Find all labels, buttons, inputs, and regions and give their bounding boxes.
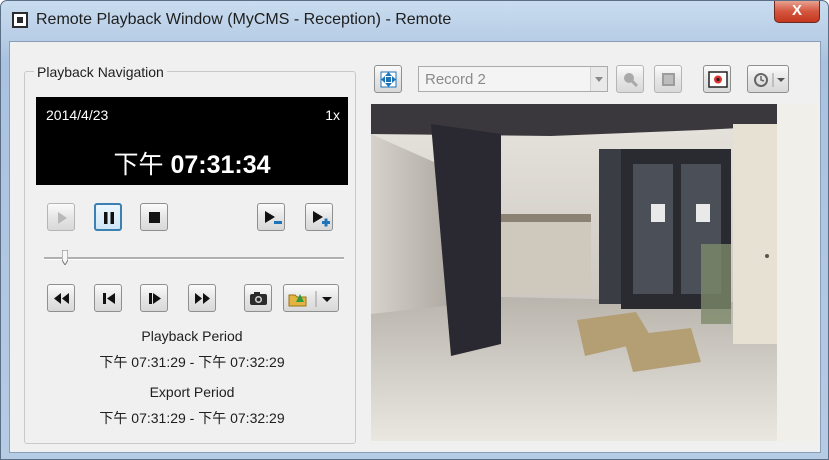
fast-forward-button[interactable]: [188, 284, 216, 312]
pause-button[interactable]: [94, 203, 122, 231]
export-button[interactable]: [283, 284, 339, 312]
fast-rewind-button[interactable]: [47, 284, 75, 312]
play-button[interactable]: [47, 203, 75, 231]
playback-period-value: 下午 07:31:29 - 下午 07:32:29: [99, 354, 285, 370]
camera-snapshot-icon: [250, 292, 267, 305]
step-forward-button[interactable]: [140, 284, 168, 312]
speed-up-button[interactable]: [305, 203, 333, 231]
window-app-icon: [12, 12, 28, 28]
record-select[interactable]: Record 2: [418, 66, 608, 92]
step-forward-icon: [149, 293, 161, 304]
close-button[interactable]: X: [774, 1, 820, 23]
video-feed[interactable]: [371, 104, 817, 441]
slow-down-button[interactable]: [257, 203, 285, 231]
time-settings-icon: [754, 73, 785, 87]
chevron-down-icon: [595, 77, 603, 82]
title-bar[interactable]: Remote Playback Window (MyCMS - Receptio…: [1, 1, 828, 41]
speed-up-icon: [313, 211, 330, 227]
slow-down-icon: [265, 211, 282, 224]
play-icon: [58, 212, 67, 224]
video-settings-button[interactable]: [703, 65, 731, 93]
move-camera-button[interactable]: [374, 65, 402, 93]
stop-button[interactable]: [140, 203, 168, 231]
playback-period-label: Playback Period: [141, 328, 243, 344]
display-clock: 07:31:34: [170, 151, 271, 179]
tag-button[interactable]: [616, 65, 644, 93]
pause-icon: [104, 212, 114, 224]
export-period-value: 下午 07:31:29 - 下午 07:32:29: [99, 410, 285, 426]
playback-navigation-title: Playback Navigation: [34, 64, 167, 80]
tag-icon: [624, 73, 639, 88]
camera-scene-image: [371, 104, 817, 441]
snapshot-button[interactable]: [244, 284, 272, 312]
fullscreen-icon: [662, 73, 675, 86]
display-ampm: 下午: [113, 151, 164, 179]
fast-rewind-icon: [54, 293, 69, 304]
playback-slider-track[interactable]: [44, 257, 344, 260]
fast-forward-icon: [195, 293, 210, 304]
stop-icon: [149, 212, 160, 223]
record-select-value: Record 2: [425, 71, 486, 88]
display-time: 下午 07:31:34: [36, 145, 348, 181]
step-back-icon: [103, 293, 115, 304]
window-title: Remote Playback Window (MyCMS - Receptio…: [36, 11, 452, 28]
time-settings-button[interactable]: [747, 65, 789, 93]
display-date: 2014/4/23: [46, 107, 109, 123]
fullscreen-button[interactable]: [654, 65, 682, 93]
playback-slider-thumb[interactable]: [62, 250, 68, 265]
export-period-label: Export Period: [149, 384, 235, 400]
step-back-button[interactable]: [94, 284, 122, 312]
dropdown-arrow-icon: [322, 297, 332, 302]
record-select-arrow[interactable]: [590, 67, 607, 91]
time-display: 2014/4/23 1x 下午 07:31:34: [36, 97, 348, 185]
move-camera-icon: [380, 71, 397, 88]
display-speed: 1x: [325, 107, 340, 123]
video-settings-icon: [708, 71, 728, 88]
export-folder-icon: [288, 291, 332, 307]
